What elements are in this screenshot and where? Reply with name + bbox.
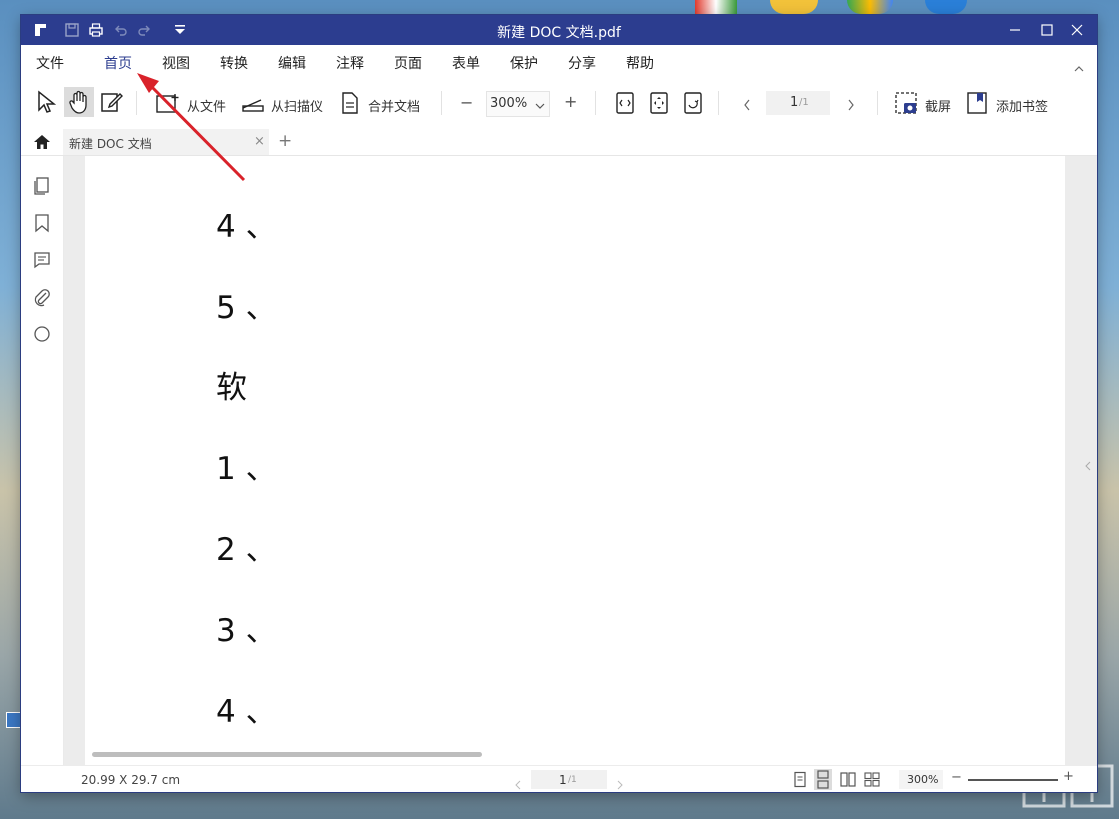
fit-page-icon[interactable] — [649, 91, 669, 115]
add-bookmark-label[interactable]: 添加书签 — [996, 96, 1048, 115]
add-tab-icon[interactable]: + — [278, 131, 292, 151]
status-page-current: 1 — [559, 773, 567, 787]
zoom-out-button[interactable]: − — [460, 93, 473, 112]
menu-file[interactable]: 文件 — [36, 53, 64, 73]
toolbar-separator — [441, 91, 442, 115]
desktop-icon-left[interactable] — [6, 712, 22, 728]
menu-edit[interactable]: 编辑 — [278, 53, 306, 73]
pdf-page: 4 、 5 、 软 1 、 2 、 3 、 4 、 — [85, 156, 1065, 765]
add-bookmark-icon[interactable] — [965, 90, 989, 116]
zoom-select[interactable]: 300% — [486, 91, 550, 117]
chevron-down-icon — [535, 99, 545, 114]
page-current: 1 — [790, 95, 799, 110]
page-number-input[interactable]: 1 /1 — [766, 91, 830, 115]
zoom-in-button[interactable]: + — [564, 92, 577, 111]
annotation-arrow — [137, 73, 246, 182]
left-sidebar — [21, 156, 71, 765]
merge-docs-label[interactable]: 合并文档 — [368, 96, 420, 115]
document-line: 3 、 — [216, 613, 277, 649]
next-page-icon[interactable] — [847, 96, 855, 115]
comments-icon[interactable] — [32, 250, 52, 270]
desktop-icon-colorful[interactable] — [847, 0, 893, 14]
status-next-page-icon[interactable] — [617, 775, 623, 792]
document-line: 1 、 — [216, 451, 277, 487]
document-line: 5 、 — [216, 290, 277, 326]
screenshot-label[interactable]: 截屏 — [925, 96, 951, 115]
collapse-right-panel-icon[interactable] — [1085, 456, 1091, 471]
menu-help[interactable]: 帮助 — [626, 53, 654, 73]
zoom-value: 300% — [490, 96, 528, 111]
toolbar-separator — [718, 91, 719, 115]
document-line: 2 、 — [216, 532, 277, 568]
document-line: 软 — [216, 370, 247, 406]
minimize-button[interactable] — [1005, 20, 1025, 40]
status-page-input[interactable]: 1 /1 — [531, 770, 607, 789]
grid-view-icon[interactable] — [863, 771, 881, 788]
search-icon[interactable] — [32, 324, 52, 344]
menu-share[interactable]: 分享 — [568, 53, 596, 73]
status-zoom-in-button[interactable]: + — [1063, 769, 1074, 784]
fit-width-icon[interactable] — [615, 91, 635, 115]
close-button[interactable] — [1067, 20, 1087, 40]
menu-protect[interactable]: 保护 — [510, 53, 538, 73]
menu-form[interactable]: 表单 — [452, 53, 480, 73]
toolbar-separator — [877, 91, 878, 115]
app-window: 新建 DOC 文档.pdf 文件 首页 视图 转换 编辑 注释 页面 表单 保护… — [21, 15, 1097, 792]
prev-page-icon[interactable] — [743, 96, 751, 115]
document-viewport[interactable]: 4 、 5 、 软 1 、 2 、 3 、 4 、 — [64, 156, 1097, 765]
status-zoom-value: 300% — [907, 773, 939, 786]
status-bar: 20.99 X 29.7 cm 1 /1 300% − + — [21, 765, 1097, 792]
select-tool-icon[interactable] — [35, 89, 59, 115]
collapse-ribbon-icon[interactable] — [1073, 59, 1085, 72]
rotate-icon[interactable] — [683, 91, 703, 115]
title-bar: 新建 DOC 文档.pdf — [21, 15, 1097, 45]
desktop-icon-red[interactable] — [695, 0, 737, 14]
maximize-button[interactable] — [1037, 20, 1057, 40]
page-size-readout: 20.99 X 29.7 cm — [81, 773, 181, 787]
menu-annotate[interactable]: 注释 — [336, 53, 364, 73]
horizontal-scrollbar-thumb[interactable] — [92, 752, 482, 757]
window-title: 新建 DOC 文档.pdf — [497, 25, 621, 41]
single-page-view-icon[interactable] — [792, 771, 808, 788]
home-icon[interactable] — [33, 133, 51, 151]
document-line: 4 、 — [216, 209, 277, 245]
document-line: 4 、 — [216, 694, 277, 730]
desktop-icon-blue[interactable] — [925, 0, 967, 14]
thumbnails-icon[interactable] — [32, 176, 52, 196]
zoom-slider[interactable] — [968, 779, 1058, 781]
continuous-view-icon[interactable] — [814, 769, 832, 790]
attachment-icon[interactable] — [32, 287, 52, 307]
status-prev-page-icon[interactable] — [515, 775, 521, 792]
page-total: /1 — [799, 97, 809, 108]
menu-page[interactable]: 页面 — [394, 53, 422, 73]
screenshot-icon[interactable] — [894, 90, 918, 116]
status-zoom-out-button[interactable]: − — [951, 770, 962, 785]
status-page-total: /1 — [568, 775, 577, 785]
toolbar-separator — [595, 91, 596, 115]
from-scanner-label[interactable]: 从扫描仪 — [271, 96, 323, 115]
merge-docs-icon[interactable] — [339, 90, 361, 116]
two-page-view-icon[interactable] — [839, 771, 857, 788]
desktop-icon-yellow[interactable] — [770, 0, 818, 14]
status-zoom-box[interactable]: 300% — [899, 770, 943, 789]
bookmarks-icon[interactable] — [32, 213, 52, 233]
hand-tool-icon[interactable] — [64, 87, 94, 117]
